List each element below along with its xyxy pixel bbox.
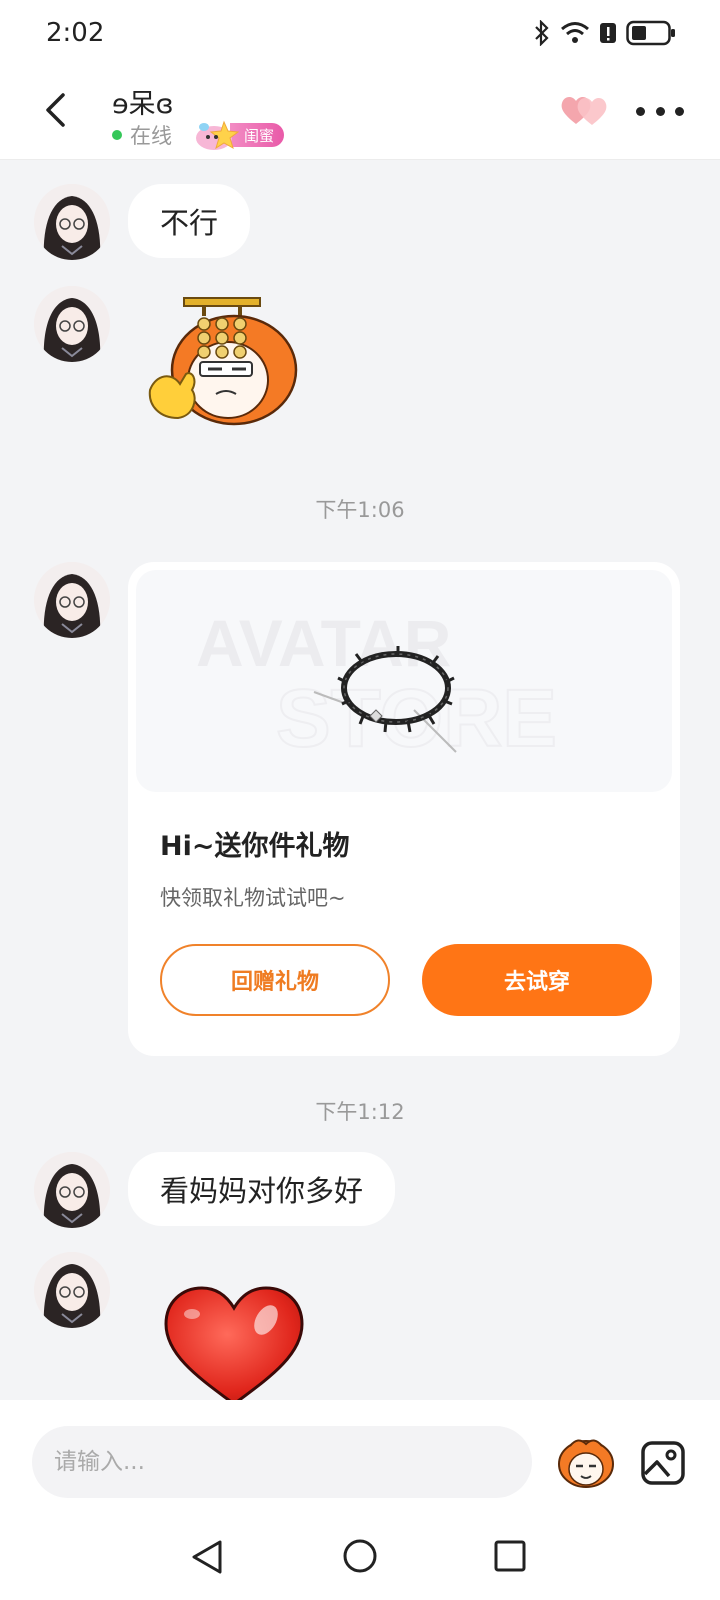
try-on-button[interactable]: 去试穿 xyxy=(422,944,652,1016)
back-button[interactable] xyxy=(38,88,72,132)
bluetooth-icon xyxy=(535,20,549,46)
status-icons xyxy=(534,20,676,46)
hearts-icon xyxy=(561,97,607,125)
avatar[interactable] xyxy=(34,562,110,638)
timestamp: 下午1:06 xyxy=(315,498,405,522)
avatar[interactable] xyxy=(34,1252,110,1328)
message-text: 看妈妈对你多好 xyxy=(160,1174,364,1208)
avatar-image xyxy=(34,1252,110,1328)
avatar-image xyxy=(34,184,110,260)
battery-icon xyxy=(626,20,675,46)
relationship-badge[interactable]: 闺蜜 xyxy=(194,118,285,152)
chat-header: ɘ呆ɞ 在线 闺蜜 xyxy=(0,66,720,160)
gift-title: Hi~送你件礼物 xyxy=(160,831,350,862)
gift-item-image: AVATAR STORE xyxy=(196,606,558,765)
more-dot xyxy=(655,106,665,116)
image-icon xyxy=(641,1441,685,1485)
wifi-icon xyxy=(561,22,589,43)
gift-card[interactable]: AVATAR STORE Hi~送你件礼物 快领取礼物试试吧~ 回赠礼物 去试穿 xyxy=(128,562,680,1056)
avatar-image xyxy=(34,286,110,362)
input-bar xyxy=(0,1400,720,1516)
avatar[interactable] xyxy=(34,1152,110,1228)
image-button[interactable] xyxy=(640,1440,686,1486)
avatar[interactable] xyxy=(34,184,110,260)
star-mascot-icon xyxy=(196,120,240,150)
emperor-sticker[interactable] xyxy=(146,294,312,434)
message-text: 不行 xyxy=(160,206,219,240)
gift-image[interactable]: AVATAR STORE xyxy=(136,570,672,792)
timestamp: 下午1:12 xyxy=(315,1100,405,1124)
nav-recent-icon[interactable] xyxy=(494,1540,526,1572)
alert-icon xyxy=(600,23,616,43)
online-dot-icon xyxy=(112,130,122,140)
online-status: 在线 xyxy=(130,124,172,148)
avatar[interactable] xyxy=(34,286,110,362)
hearts-button[interactable] xyxy=(560,94,610,128)
more-dot xyxy=(675,106,684,116)
heart-sticker[interactable] xyxy=(162,1284,306,1400)
message-bubble[interactable]: 不行 xyxy=(128,184,251,258)
message-bubble[interactable]: 看妈妈对你多好 xyxy=(128,1152,396,1226)
emoji-button[interactable] xyxy=(556,1434,616,1490)
nav-back-icon[interactable] xyxy=(190,1538,224,1576)
more-button[interactable] xyxy=(636,98,684,124)
status-time: 2:02 xyxy=(46,18,105,48)
chevron-left-icon xyxy=(46,93,65,127)
more-dot xyxy=(636,106,645,116)
chat-messages[interactable]: 不行 下午1:06 AVATAR STORE Hi~送你件礼物 快领取礼物试试吧… xyxy=(0,160,720,1400)
status-bar: 2:02 xyxy=(0,0,720,66)
return-gift-button[interactable]: 回赠礼物 xyxy=(160,944,390,1016)
watermark-line1: AVATAR xyxy=(196,606,451,680)
emoji-mascot-icon xyxy=(558,1439,614,1488)
online-status-row: 在线 闺蜜 xyxy=(112,118,285,152)
message-input[interactable] xyxy=(32,1426,532,1498)
avatar-image xyxy=(34,562,110,638)
gift-subtitle: 快领取礼物试试吧~ xyxy=(160,886,346,910)
contact-name: ɘ呆ɞ xyxy=(112,89,174,120)
avatar-image xyxy=(34,1152,110,1228)
system-nav-bar xyxy=(0,1516,720,1600)
nav-home-icon[interactable] xyxy=(342,1538,378,1574)
